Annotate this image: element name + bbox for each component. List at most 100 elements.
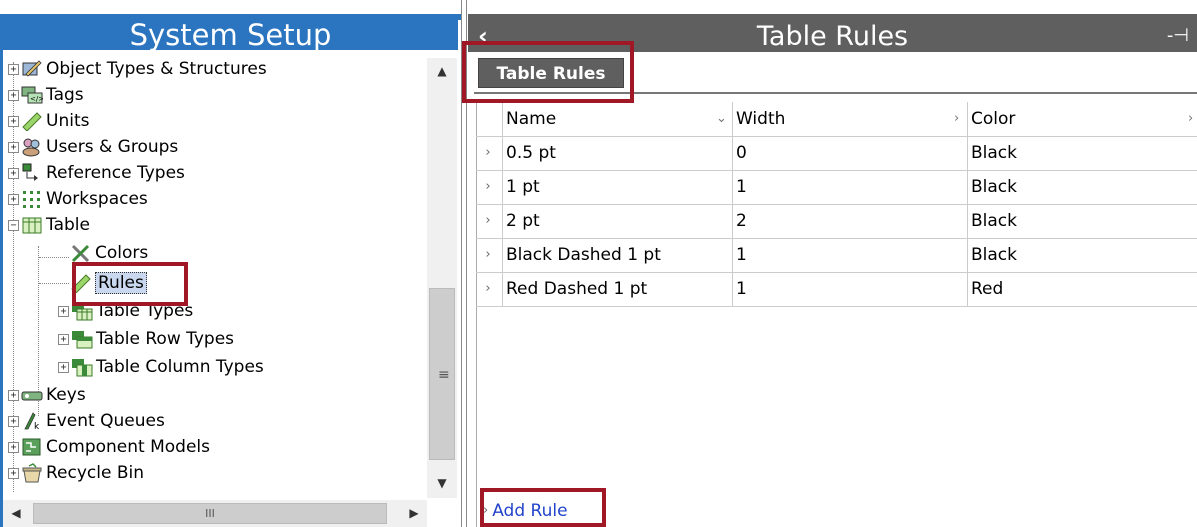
expand-icon[interactable]: + <box>8 193 19 205</box>
cell-color[interactable]: Red <box>967 272 1197 306</box>
tree-item-table-row-types[interactable]: + Table Row Types <box>58 326 234 352</box>
table-rules-header: Table Rules ‹ -⊣ <box>468 20 1197 52</box>
cell-name[interactable]: Red Dashed 1 pt <box>502 272 732 306</box>
tree-item-workspaces[interactable]: + Workspaces <box>8 186 148 212</box>
chevron-right-icon[interactable]: › <box>954 102 959 136</box>
tree-item-keys[interactable]: + Keys <box>8 382 86 408</box>
scroll-down-arrow-icon[interactable]: ▼ <box>427 470 457 496</box>
tree-item-table[interactable]: − Table <box>8 212 90 238</box>
left-panel-border <box>0 14 3 527</box>
reference-types-icon <box>21 163 43 183</box>
expand-icon[interactable]: + <box>58 333 69 345</box>
tree-item-recycle-bin[interactable]: + Recycle Bin <box>8 460 144 486</box>
scroll-right-arrow-icon[interactable]: ▶ <box>401 500 427 527</box>
row-expand-chevron-icon[interactable]: › <box>476 272 500 306</box>
column-header-label: Name <box>506 109 557 129</box>
add-rule-link[interactable]: › Add Rule <box>480 498 568 524</box>
table-row[interactable]: › 0.5 pt 0 Black <box>476 136 1197 171</box>
tree-item-label: Keys <box>46 385 86 405</box>
grid-header-row: Name ⌄ Width › Color › <box>476 102 1197 137</box>
tree-item-label: Reference Types <box>46 163 185 183</box>
cell-width[interactable]: 2 <box>732 204 967 238</box>
column-header-width[interactable]: Width <box>732 102 967 136</box>
cell-width[interactable]: 1 <box>732 170 967 204</box>
back-chevron-icon[interactable]: ‹ <box>478 20 488 52</box>
row-expand-chevron-icon[interactable]: › <box>476 136 500 170</box>
scroll-grip-icon: ≡ <box>438 367 450 383</box>
cell-name[interactable]: 1 pt <box>502 170 732 204</box>
column-header-color[interactable]: Color <box>967 102 1197 136</box>
cell-name[interactable]: 0.5 pt <box>502 136 732 170</box>
table-row[interactable]: › 1 pt 1 Black <box>476 170 1197 205</box>
table-row[interactable]: › Black Dashed 1 pt 1 Black <box>476 238 1197 273</box>
cell-color[interactable]: Black <box>967 204 1197 238</box>
cell-width[interactable]: 1 <box>732 272 967 306</box>
column-header-name[interactable]: Name <box>502 102 732 136</box>
table-column-types-icon <box>71 357 93 377</box>
table-row-types-icon <box>71 329 93 349</box>
table-rules-title: Table Rules <box>756 21 909 52</box>
tree-item-event-queues[interactable]: + k Event Queues <box>8 408 165 434</box>
tree-item-label: Object Types & Structures <box>46 59 267 79</box>
expand-icon[interactable]: + <box>8 415 19 427</box>
scroll-up-arrow-icon[interactable]: ▲ <box>427 58 457 84</box>
users-groups-icon <box>21 137 43 157</box>
expand-icon[interactable]: + <box>8 89 19 101</box>
expand-icon[interactable]: + <box>8 441 19 453</box>
row-expand-chevron-icon[interactable]: › <box>476 238 500 272</box>
cell-name[interactable]: Black Dashed 1 pt <box>502 238 732 272</box>
tree-item-object-types[interactable]: + Object Types & Structures <box>8 56 267 82</box>
tree-horizontal-scrollbar[interactable]: ◀ III ▶ <box>3 500 427 527</box>
tree-item-users-groups[interactable]: + Users & Groups <box>8 134 178 160</box>
sort-chevron-down-icon[interactable]: ⌄ <box>716 102 727 136</box>
tree-item-label: Users & Groups <box>46 137 179 157</box>
table-row[interactable]: › Red Dashed 1 pt 1 Red <box>476 272 1197 307</box>
event-queues-icon: k <box>21 411 43 432</box>
panel-splitter[interactable] <box>461 0 467 527</box>
tree-item-colors[interactable]: Colors <box>70 240 148 266</box>
scroll-left-arrow-icon[interactable]: ◀ <box>3 500 29 527</box>
expand-icon[interactable]: + <box>58 361 69 373</box>
tree-item-tags[interactable]: + </> Tags <box>8 82 84 108</box>
cell-width[interactable]: 1 <box>732 238 967 272</box>
cell-color[interactable]: Black <box>967 136 1197 170</box>
tree-item-component-models[interactable]: + Component Models <box>8 434 210 460</box>
system-setup-title: System Setup <box>3 20 458 50</box>
chevron-right-icon[interactable]: › <box>1188 102 1193 136</box>
horizontal-scroll-thumb[interactable]: III <box>33 503 387 524</box>
colors-icon <box>70 243 92 263</box>
expand-icon[interactable]: + <box>58 305 69 317</box>
tree-item-rules[interactable]: Rules <box>70 270 147 296</box>
tree-item-label: Component Models <box>46 437 210 457</box>
cell-width[interactable]: 0 <box>732 136 967 170</box>
table-row[interactable]: › 2 pt 2 Black <box>476 204 1197 239</box>
add-rule-label[interactable]: Add Rule <box>492 501 567 521</box>
tree-item-table-types[interactable]: + Table Types <box>58 298 193 324</box>
cell-name[interactable]: 2 pt <box>502 204 732 238</box>
row-expand-chevron-icon[interactable]: › <box>476 204 500 238</box>
tree-item-units[interactable]: + Units <box>8 108 89 134</box>
tree-item-label-selected: Rules <box>95 272 147 294</box>
expand-icon[interactable]: + <box>8 389 19 401</box>
expand-icon[interactable]: + <box>8 115 19 127</box>
tree-item-reference-types[interactable]: + Reference Types <box>8 160 185 186</box>
system-setup-tree[interactable]: + Object Types & Structures + </> Tags +… <box>8 54 423 502</box>
expand-icon[interactable]: + <box>8 467 19 479</box>
tree-item-label: Recycle Bin <box>46 463 145 483</box>
expand-icon[interactable]: + <box>8 141 19 153</box>
tab-table-rules[interactable]: Table Rules <box>478 58 624 88</box>
column-header-label: Width <box>736 109 786 129</box>
vertical-scroll-thumb[interactable]: ≡ <box>429 288 455 460</box>
row-expand-chevron-icon[interactable]: › <box>476 170 500 204</box>
pin-icon[interactable]: -⊣ <box>1167 20 1189 52</box>
tree-item-table-column-types[interactable]: + Table Column Types <box>58 354 264 380</box>
cell-color[interactable]: Black <box>967 238 1197 272</box>
tree-connector <box>39 283 69 284</box>
tree-item-label: Table <box>46 215 90 235</box>
table-types-icon <box>71 301 93 321</box>
cell-color[interactable]: Black <box>967 170 1197 204</box>
tree-vertical-scrollbar[interactable]: ▲ ≡ ▼ <box>427 58 457 498</box>
expand-icon[interactable]: + <box>8 63 19 75</box>
expand-icon[interactable]: + <box>8 167 19 179</box>
collapse-icon[interactable]: − <box>8 219 19 231</box>
